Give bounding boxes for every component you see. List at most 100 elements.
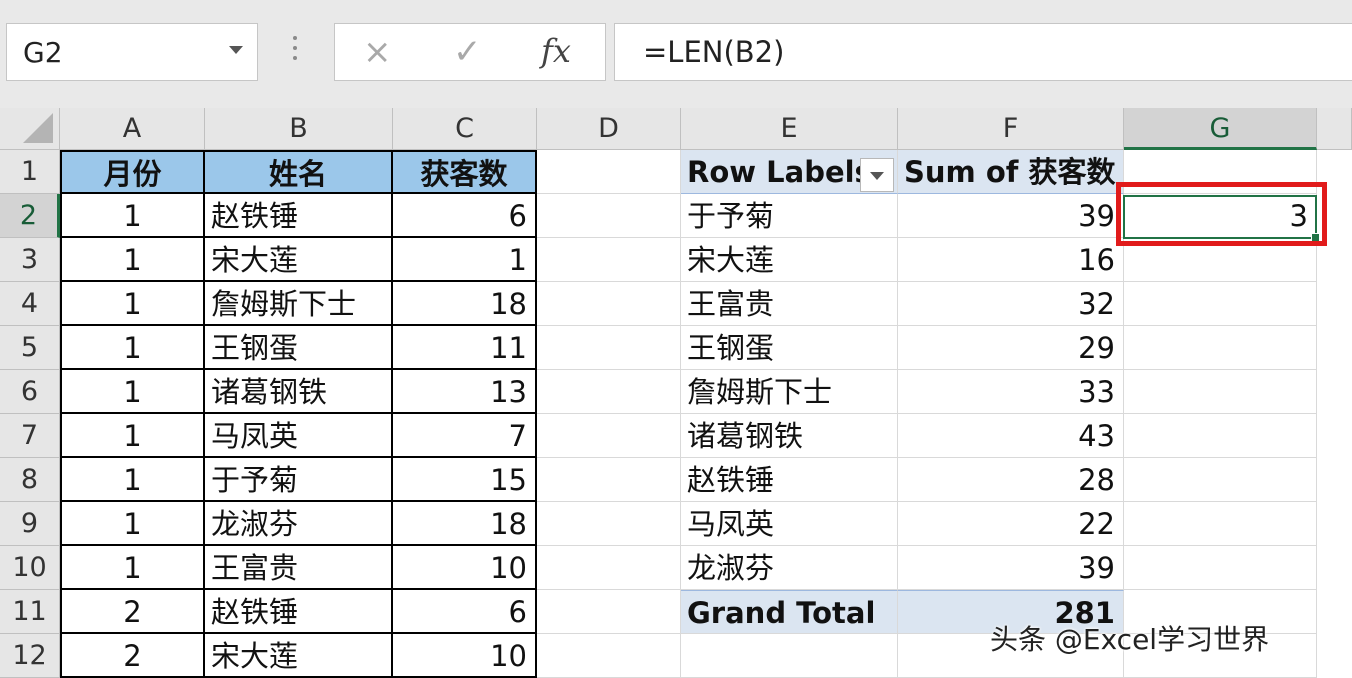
source-count-cell[interactable]: 18 <box>393 282 537 326</box>
pivot-row-label[interactable]: 王钢蛋 <box>681 326 898 370</box>
column-header-b[interactable]: B <box>205 108 393 150</box>
source-name-cell[interactable]: 詹姆斯下士 <box>205 282 393 326</box>
pivot-row-value[interactable]: 22 <box>898 502 1124 546</box>
cell-d7[interactable] <box>537 414 681 458</box>
row-header-4[interactable]: 4 <box>0 282 60 326</box>
column-header-f[interactable]: F <box>898 108 1124 150</box>
source-name-cell[interactable]: 赵铁锤 <box>205 194 393 238</box>
pivot-row-label[interactable]: 诸葛钢铁 <box>681 414 898 458</box>
source-name-cell[interactable]: 宋大莲 <box>205 238 393 282</box>
source-count-cell[interactable]: 7 <box>393 414 537 458</box>
pivot-row-value[interactable]: 43 <box>898 414 1124 458</box>
source-name-cell[interactable]: 龙淑芬 <box>205 502 393 546</box>
source-month-cell[interactable]: 1 <box>60 546 205 590</box>
column-header-e[interactable]: E <box>681 108 898 150</box>
source-name-cell[interactable]: 于予菊 <box>205 458 393 502</box>
source-month-cell[interactable]: 2 <box>60 634 205 678</box>
source-header-1[interactable]: 姓名 <box>205 150 393 194</box>
source-month-cell[interactable]: 1 <box>60 502 205 546</box>
name-box[interactable]: G2 <box>6 23 258 81</box>
source-month-cell[interactable]: 1 <box>60 238 205 282</box>
cell-g6[interactable] <box>1124 370 1317 414</box>
pivot-row-value[interactable]: 29 <box>898 326 1124 370</box>
cell-g4[interactable] <box>1124 282 1317 326</box>
source-name-cell[interactable]: 王富贵 <box>205 546 393 590</box>
source-name-cell[interactable]: 马凤英 <box>205 414 393 458</box>
source-month-cell[interactable]: 1 <box>60 370 205 414</box>
cell-g8[interactable] <box>1124 458 1317 502</box>
pivot-row-label[interactable]: 宋大莲 <box>681 238 898 282</box>
chevron-down-icon[interactable] <box>229 46 243 54</box>
column-header-g[interactable]: G <box>1124 108 1317 150</box>
pivot-row-value[interactable]: 33 <box>898 370 1124 414</box>
source-count-cell[interactable]: 6 <box>393 194 537 238</box>
pivot-row-value[interactable]: 16 <box>898 238 1124 282</box>
source-month-cell[interactable]: 1 <box>60 194 205 238</box>
formula-input[interactable]: =LEN(B2) <box>614 23 1352 81</box>
pivot-row-label[interactable]: 詹姆斯下士 <box>681 370 898 414</box>
name-box-value[interactable]: G2 <box>23 36 63 69</box>
pivot-row-value[interactable]: 39 <box>898 546 1124 590</box>
row-header-2[interactable]: 2 <box>0 194 60 238</box>
row-header-5[interactable]: 5 <box>0 326 60 370</box>
source-name-cell[interactable]: 宋大莲 <box>205 634 393 678</box>
pivot-row-value[interactable]: 28 <box>898 458 1124 502</box>
source-month-cell[interactable]: 1 <box>60 458 205 502</box>
cell-d11[interactable] <box>537 590 681 634</box>
source-name-cell[interactable]: 诸葛钢铁 <box>205 370 393 414</box>
cell-d5[interactable] <box>537 326 681 370</box>
source-count-cell[interactable]: 13 <box>393 370 537 414</box>
row-header-11[interactable]: 11 <box>0 590 60 634</box>
source-count-cell[interactable]: 6 <box>393 590 537 634</box>
cell-d10[interactable] <box>537 546 681 590</box>
cell-g9[interactable] <box>1124 502 1317 546</box>
row-header-12[interactable]: 12 <box>0 634 60 678</box>
row-header-3[interactable]: 3 <box>0 238 60 282</box>
column-header-c[interactable]: C <box>393 108 537 150</box>
row-header-6[interactable]: 6 <box>0 370 60 414</box>
insert-function-icon[interactable]: fx <box>541 32 571 70</box>
source-month-cell[interactable]: 1 <box>60 414 205 458</box>
pivot-grand-total-label[interactable]: Grand Total <box>681 590 898 634</box>
source-count-cell[interactable]: 18 <box>393 502 537 546</box>
source-name-cell[interactable]: 赵铁锤 <box>205 590 393 634</box>
source-count-cell[interactable]: 11 <box>393 326 537 370</box>
row-labels-filter-button[interactable] <box>860 158 894 192</box>
cell-d9[interactable] <box>537 502 681 546</box>
source-count-cell[interactable]: 10 <box>393 634 537 678</box>
source-month-cell[interactable]: 2 <box>60 590 205 634</box>
source-header-0[interactable]: 月份 <box>60 150 205 194</box>
column-header-overflow[interactable] <box>1317 108 1352 150</box>
pivot-sum-header[interactable]: Sum of 获客数 <box>898 150 1124 194</box>
pivot-row-label[interactable]: 赵铁锤 <box>681 458 898 502</box>
cell-d3[interactable] <box>537 238 681 282</box>
cell-d4[interactable] <box>537 282 681 326</box>
pivot-row-value[interactable]: 32 <box>898 282 1124 326</box>
cell-g10[interactable] <box>1124 546 1317 590</box>
cell-g5[interactable] <box>1124 326 1317 370</box>
select-all-corner[interactable] <box>0 108 60 150</box>
source-count-cell[interactable]: 10 <box>393 546 537 590</box>
row-header-8[interactable]: 8 <box>0 458 60 502</box>
source-name-cell[interactable]: 王钢蛋 <box>205 326 393 370</box>
cell-d6[interactable] <box>537 370 681 414</box>
cell-d1[interactable] <box>537 150 681 194</box>
source-count-cell[interactable]: 1 <box>393 238 537 282</box>
row-header-10[interactable]: 10 <box>0 546 60 590</box>
pivot-row-value[interactable]: 39 <box>898 194 1124 238</box>
source-month-cell[interactable]: 1 <box>60 326 205 370</box>
pivot-row-label[interactable]: 龙淑芬 <box>681 546 898 590</box>
source-month-cell[interactable]: 1 <box>60 282 205 326</box>
row-header-7[interactable]: 7 <box>0 414 60 458</box>
cell-e12[interactable] <box>681 634 898 678</box>
source-count-cell[interactable]: 15 <box>393 458 537 502</box>
cancel-icon[interactable]: × <box>363 32 392 72</box>
cell-g7[interactable] <box>1124 414 1317 458</box>
pivot-row-label[interactable]: 于予菊 <box>681 194 898 238</box>
column-header-d[interactable]: D <box>537 108 681 150</box>
cell-d8[interactable] <box>537 458 681 502</box>
pivot-row-label[interactable]: 马凤英 <box>681 502 898 546</box>
pivot-row-label[interactable]: 王富贵 <box>681 282 898 326</box>
enter-icon[interactable]: ✓ <box>453 32 482 72</box>
row-header-1[interactable]: 1 <box>0 150 60 194</box>
